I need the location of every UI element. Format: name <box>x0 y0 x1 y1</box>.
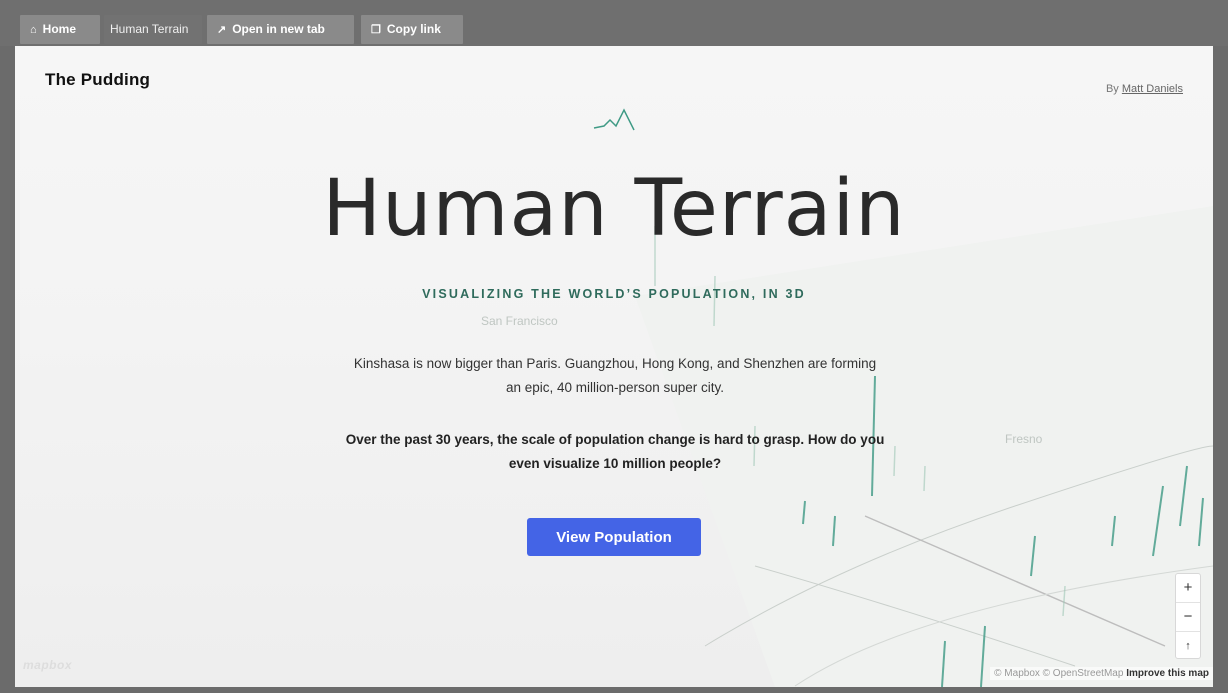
mapbox-logo[interactable]: mapbox <box>23 658 72 672</box>
map-label-fresno: Fresno <box>1005 432 1043 446</box>
intro-paragraph: Kinshasa is now bigger than Paris. Guang… <box>353 356 877 395</box>
zoom-out-button[interactable]: − <box>1176 603 1200 632</box>
byline: By Matt Daniels <box>1106 83 1183 95</box>
map-attribution: © Mapbox © OpenStreetMap Improve this ma… <box>990 667 1213 680</box>
open-new-tab-label: Open in new tab <box>232 22 325 36</box>
home-label: Home <box>42 22 76 36</box>
improve-map-link[interactable]: Improve this map <box>1126 668 1209 679</box>
copy-link-label: Copy link <box>386 22 441 36</box>
page-title: Human Terrain <box>322 164 906 254</box>
map-zoom-controls: + − ↑ <box>1175 573 1201 659</box>
page-subtitle: VISUALIZING THE WORLD’S POPULATION, IN 3… <box>422 287 806 301</box>
top-toolbar: ⌂ Home Human Terrain ↗ Open in new tab ❐ Co… <box>0 0 1228 46</box>
view-population-button[interactable]: View Population <box>527 518 701 556</box>
open-new-tab-button[interactable]: ↗ Open in new tab <box>207 15 354 44</box>
copy-link-button[interactable]: ❐ Copy link <box>361 15 463 44</box>
author-link[interactable]: Matt Daniels <box>1122 83 1183 95</box>
terrain-logo-icon <box>593 108 635 131</box>
intro-question: Over the past 30 years, the scale of pop… <box>345 432 885 471</box>
page-frame: The Pudding By Matt Daniels Human Terrai… <box>15 46 1213 687</box>
byline-prefix: By <box>1105 83 1122 95</box>
compass-button[interactable]: ↑ <box>1176 632 1200 660</box>
breadcrumb-label: Human Terrain <box>110 22 189 36</box>
home-icon: ⌂ <box>30 24 37 36</box>
external-link-icon: ↗ <box>217 24 227 36</box>
zoom-in-button[interactable]: + <box>1176 574 1200 603</box>
breadcrumb: Human Terrain <box>104 15 202 44</box>
map-label-san-francisco: San Francisco <box>481 314 558 328</box>
home-button[interactable]: ⌂ Home <box>20 15 100 44</box>
brand-logo[interactable]: The Pudding <box>45 70 150 90</box>
attribution-text[interactable]: © Mapbox © OpenStreetMap <box>994 668 1123 679</box>
copy-icon: ❐ <box>371 24 381 36</box>
